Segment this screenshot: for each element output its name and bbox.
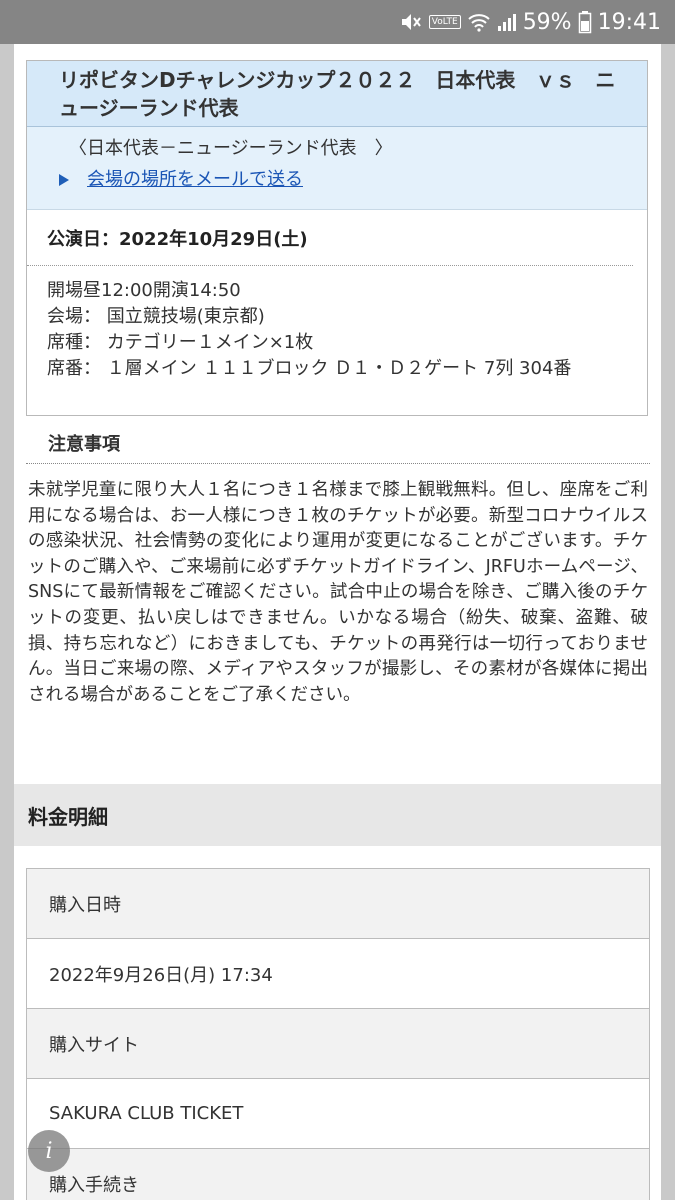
purchase-datetime-label: 購入日時: [27, 869, 649, 939]
purchase-procedure-label: 購入手続き: [27, 1149, 649, 1200]
notes-heading: 注意事項: [26, 424, 650, 464]
mute-icon: [399, 11, 423, 33]
matchup-section: 〈日本代表－ニュージーランド代表 〉 会場の場所をメールで送る: [27, 127, 647, 210]
status-bar: VoLTE 59% 19:41: [0, 0, 675, 44]
fee-table: 購入日時 2022年9月26日(月) 17:34 購入サイト SAKURA CL…: [26, 868, 650, 1200]
open-time: 開場昼12:00開演14:50: [47, 280, 241, 301]
clock: 19:41: [597, 9, 661, 35]
event-title: リポビタンDチャレンジカップ２０２２ 日本代表 ｖｓ ニュージーランド代表: [27, 61, 647, 127]
wifi-icon: [467, 12, 491, 32]
seat-type: 席種： カテゴリー１メイン×1枚: [47, 332, 314, 353]
volte-icon: VoLTE: [428, 15, 461, 29]
venue: 会場： 国立競技場(東京都): [47, 306, 265, 327]
fee-details-heading: 料金明細: [14, 784, 661, 846]
performance-date: 公演日：2022年10月29日(土): [27, 210, 633, 266]
mail-location-row[interactable]: 会場の場所をメールで送る: [59, 167, 633, 193]
battery-percent: 59%: [522, 9, 572, 35]
status-icons: VoLTE 59% 19:41: [399, 0, 661, 44]
battery-icon: [578, 10, 592, 34]
signal-icon: [497, 12, 517, 32]
purchase-site-label: 購入サイト: [27, 1009, 649, 1079]
ticket-info: 開場昼12:00開演14:50 会場： 国立競技場(東京都) 席種： カテゴリー…: [27, 266, 647, 382]
ticket-card: リポビタンDチャレンジカップ２０２２ 日本代表 ｖｓ ニュージーランド代表 〈日…: [26, 60, 648, 416]
seat-number: 席番： １層メイン １１１ブロック Ｄ１・Ｄ２ゲート 7列 304番: [47, 358, 572, 379]
purchase-site-value: SAKURA CLUB TICKET: [27, 1079, 649, 1149]
triangle-arrow-icon: [59, 174, 69, 186]
notes-body: 未就学児童に限り大人１名につき１名様まで膝上観戦無料。但し、座席をご利用になる場…: [28, 480, 648, 705]
info-icon[interactable]: i: [28, 1130, 70, 1172]
matchup-text: 〈日本代表－ニュージーランド代表 〉: [69, 138, 393, 159]
page-content: リポビタンDチャレンジカップ２０２２ 日本代表 ｖｓ ニュージーランド代表 〈日…: [14, 44, 661, 1200]
purchase-datetime-value: 2022年9月26日(月) 17:34: [27, 939, 649, 1009]
mail-location-link[interactable]: 会場の場所をメールで送る: [87, 167, 303, 193]
